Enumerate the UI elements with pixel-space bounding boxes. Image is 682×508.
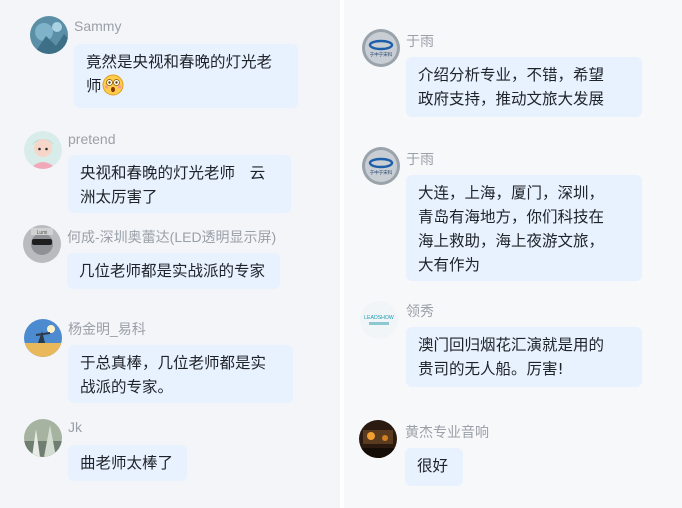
astonished-face-icon [102, 74, 124, 96]
message-text: 于总真棒，几位老师都是实 战派的专家。 [80, 354, 267, 396]
avatar[interactable]: LEADSHOW [360, 301, 398, 339]
svg-text:于中于宋科: 于中于宋科 [370, 51, 393, 58]
avatar[interactable] [30, 16, 68, 54]
message-bubble: 曲老师太棒了 [68, 445, 187, 481]
sender-name: pretend [68, 131, 116, 147]
message-bubble: 于总真棒，几位老师都是实 战派的专家。 [68, 345, 293, 403]
sender-name: Jk [68, 419, 82, 435]
message-text: 很好 [417, 457, 449, 475]
sender-name: 领秀 [406, 303, 434, 319]
message-text: 介绍分析专业，不错，希望 政府支持，推动文旅大发展 [418, 66, 605, 108]
message-text: 曲老师太棒了 [80, 454, 174, 472]
message-bubble: 澳门回归烟花汇演就是用的 贵司的无人船。厉害! [406, 327, 642, 387]
message-bubble: 央视和春晚的灯光老师 云 洲太厉害了 [68, 155, 291, 213]
brand-logo-text: LEADSHOW [364, 315, 394, 321]
avatar[interactable] [359, 420, 397, 458]
avatar[interactable] [24, 131, 62, 169]
message-bubble: 竟然是央视和春晚的灯光老 师 [74, 44, 298, 108]
message-bubble: 介绍分析专业，不错，希望 政府支持，推动文旅大发展 [406, 57, 642, 117]
avatar[interactable] [24, 319, 62, 357]
sender-name: 于雨 [406, 33, 434, 49]
sender-name: 黄杰专业音响 [405, 424, 489, 440]
avatar[interactable] [24, 419, 62, 457]
sender-name: 何成-深圳奥蕾达(LED透明显示屏) [67, 229, 277, 245]
svg-text:Lumi: Lumi [37, 230, 48, 236]
message-text: 澳门回归烟花汇演就是用的 贵司的无人船。厉害! [418, 336, 605, 378]
message-bubble: 很好 [405, 448, 463, 486]
avatar[interactable]: 于中于宋科 [362, 29, 400, 67]
sender-name: Sammy [74, 18, 122, 34]
chat-column-right: 于中于宋科 于雨 介绍分析专业，不错，希望 政府支持，推动文旅大发展 于中于宋科… [344, 0, 682, 508]
sender-name: 于雨 [406, 151, 434, 167]
sender-name: 杨金明_易科 [68, 321, 146, 337]
message-text: 大连，上海，厦门，深圳， 青岛有海地方，你们科技在 海上救助，海上夜游文旅， 大… [418, 184, 605, 274]
message-text: 几位老师都是实战派的专家 [79, 262, 266, 280]
message-bubble: 几位老师都是实战派的专家 [67, 253, 280, 289]
message-bubble: 大连，上海，厦门，深圳， 青岛有海地方，你们科技在 海上救助，海上夜游文旅， 大… [406, 175, 642, 281]
avatar[interactable]: Lumi [23, 225, 61, 263]
avatar[interactable]: 于中于宋科 [362, 147, 400, 185]
svg-text:于中于宋科: 于中于宋科 [370, 169, 393, 176]
chat-column-left: Sammy 竟然是央视和春晚的灯光老 师 pretend 央视和春晚的灯光老师 … [0, 0, 340, 508]
message-text: 央视和春晚的灯光老师 云 洲太厉害了 [80, 164, 266, 206]
